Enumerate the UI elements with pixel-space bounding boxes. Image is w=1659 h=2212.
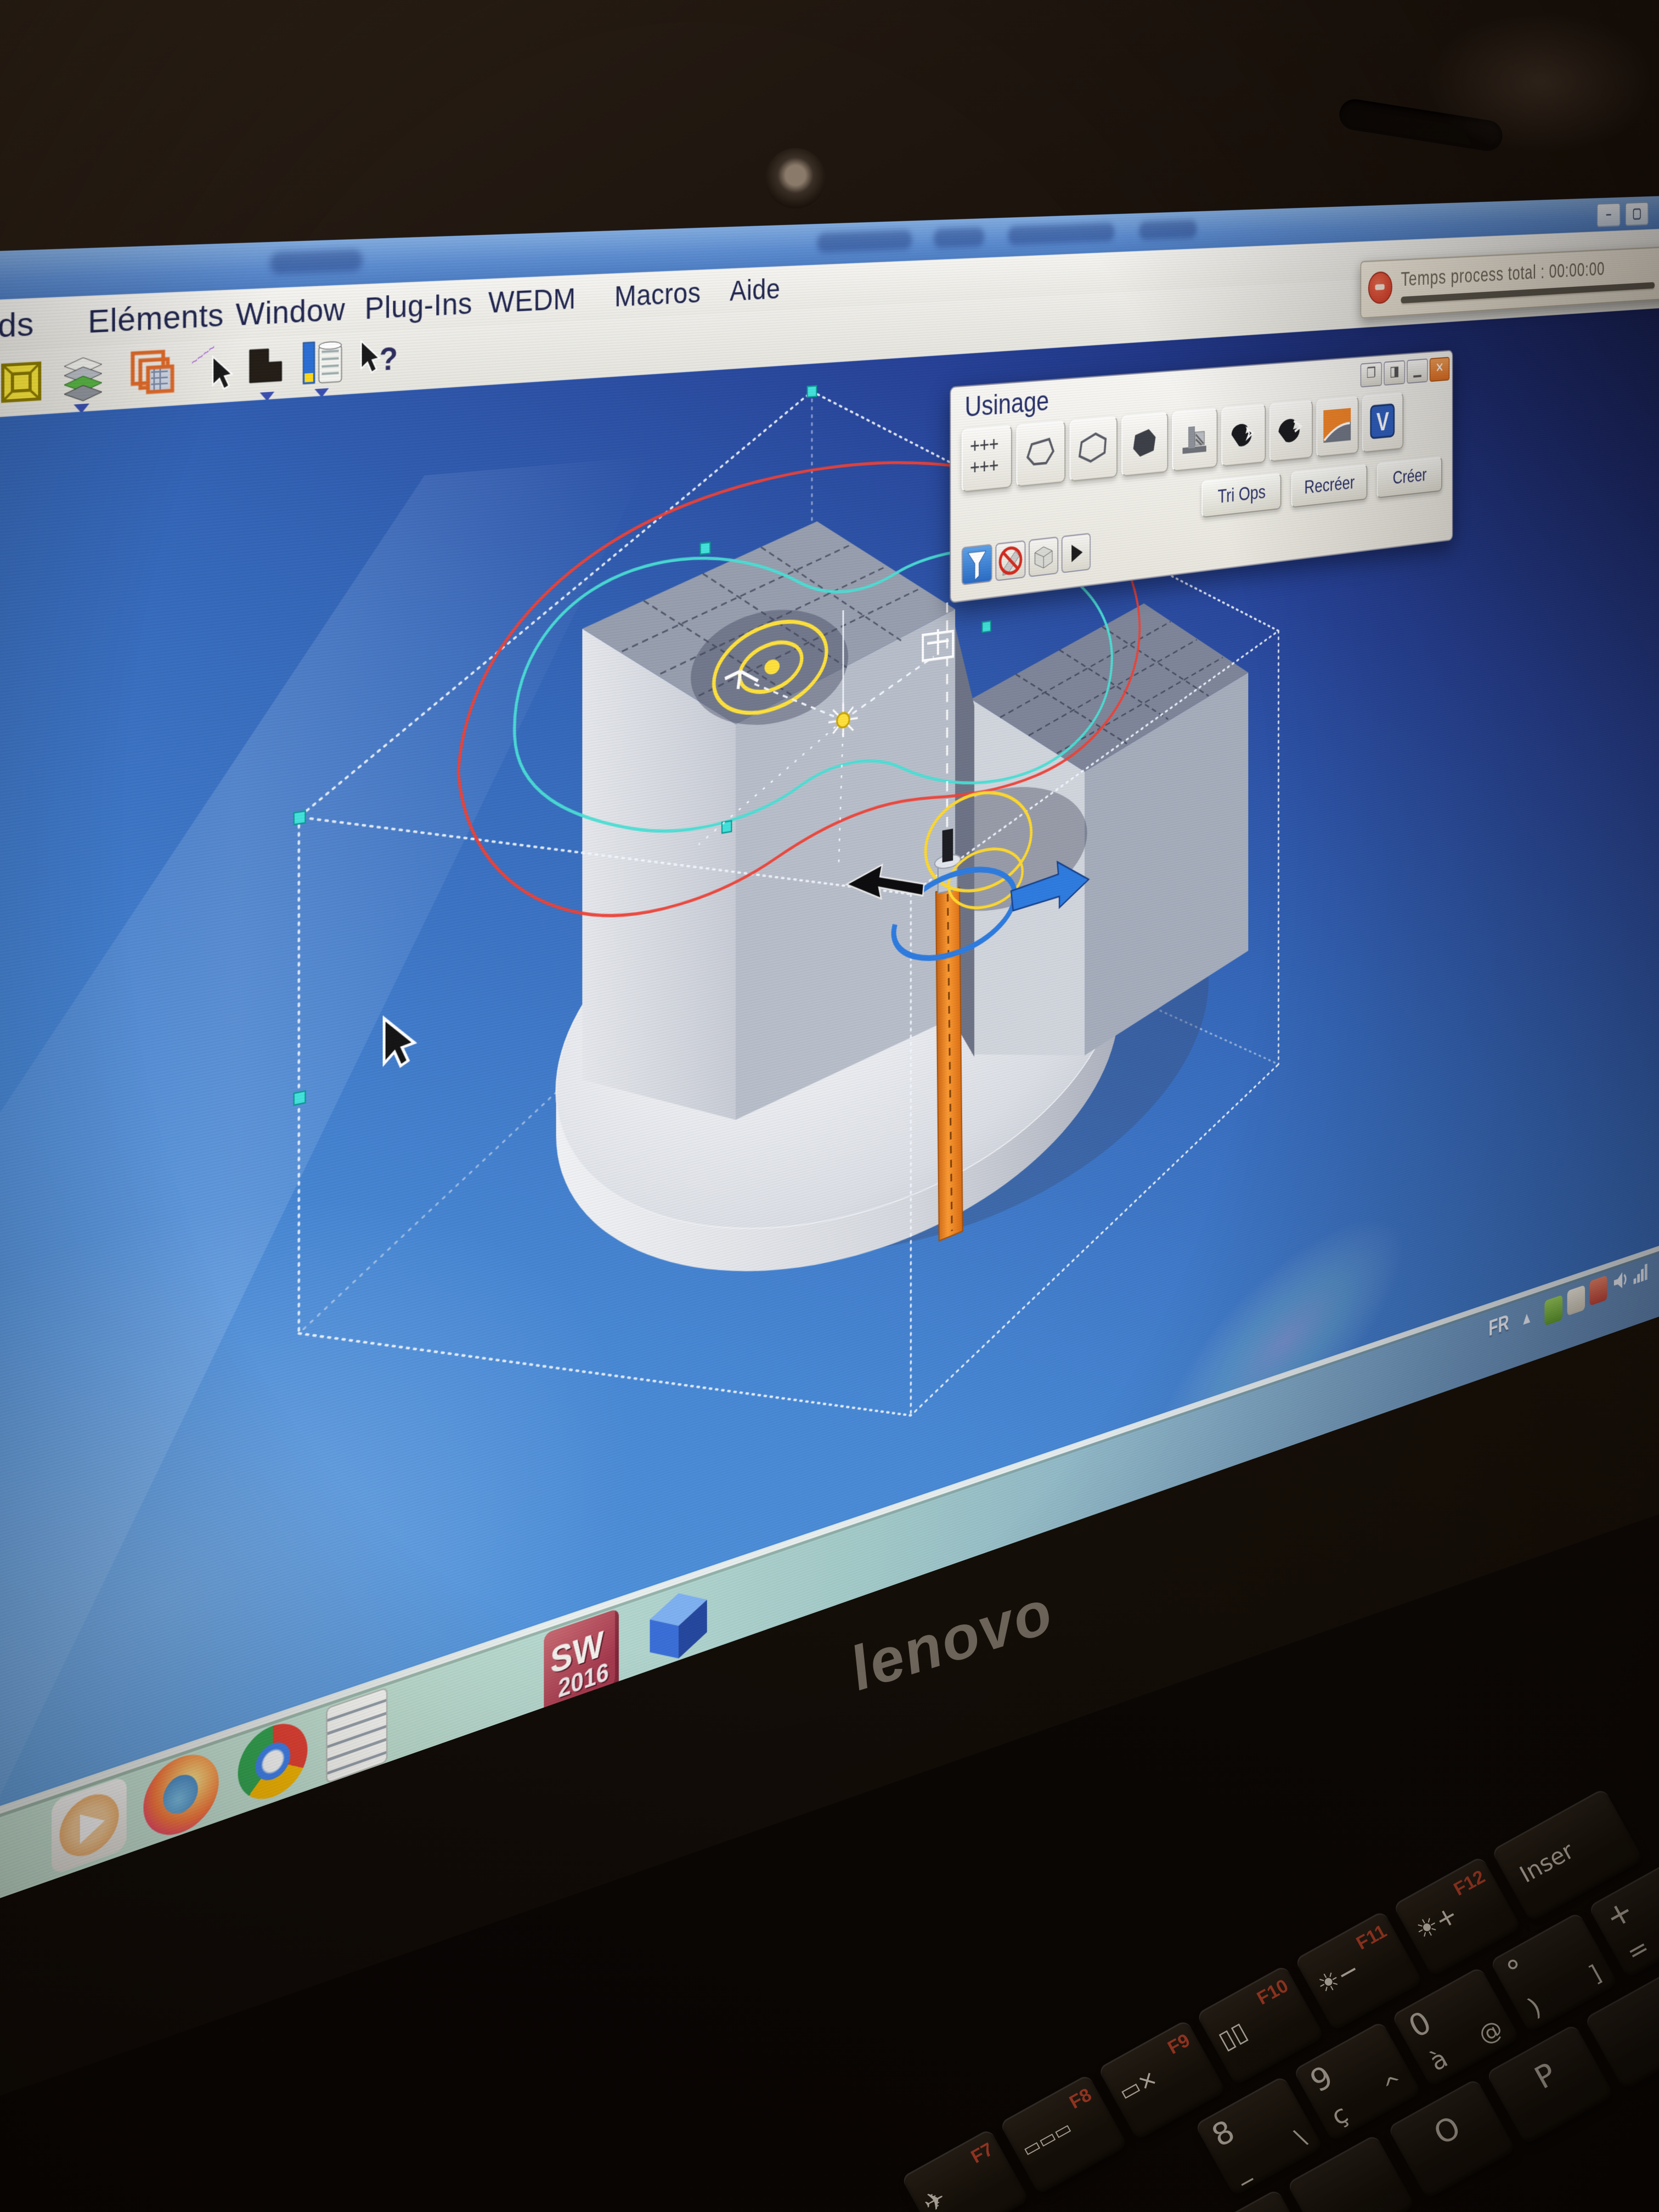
airplane-mode-icon: ✈ bbox=[918, 2183, 951, 2212]
svg-text:?: ? bbox=[379, 341, 398, 378]
key-fn-label: F12 bbox=[1451, 1866, 1489, 1901]
key-sublabel: \ bbox=[1290, 2123, 1310, 2151]
yellow-wireframe-cube-icon[interactable] bbox=[0, 355, 49, 408]
transform-copy-button[interactable] bbox=[1221, 404, 1266, 467]
palette-minimize-button[interactable]: ▁ bbox=[1407, 358, 1427, 383]
keyboard-backlight-icon: ▭▭▭ bbox=[1019, 2117, 1076, 2162]
tray-alert-icon[interactable] bbox=[1589, 1275, 1607, 1306]
titlebar-text-blur bbox=[1008, 223, 1114, 245]
tray-network-icon[interactable] bbox=[1632, 1257, 1649, 1288]
no-edit-button[interactable] bbox=[995, 540, 1025, 581]
solid-box-button[interactable] bbox=[1029, 537, 1058, 577]
points-glyph: +++ bbox=[970, 455, 998, 479]
key-sublabel: ^ bbox=[1379, 2069, 1409, 2102]
key-label: 9 bbox=[1305, 2059, 1339, 2100]
key-label: + bbox=[1600, 1893, 1640, 1937]
tray-volume-icon[interactable] bbox=[1612, 1266, 1629, 1296]
brightness-up-icon: ☀+ bbox=[1410, 1899, 1463, 1946]
key-fn-label: F7 bbox=[968, 2138, 997, 2168]
key-sublabel: ç bbox=[1327, 2098, 1353, 2131]
tray-white-app-icon[interactable] bbox=[1567, 1285, 1585, 1316]
brightness-down-icon: ☀− bbox=[1312, 1954, 1364, 2001]
select-cursor-icon[interactable]: ~~~~ bbox=[190, 345, 238, 396]
key-sublabel: ] bbox=[1584, 1960, 1605, 1988]
orange-nested-cube-icon[interactable] bbox=[129, 348, 178, 399]
verify-button[interactable]: V bbox=[1362, 392, 1403, 453]
key-label: P bbox=[1529, 2056, 1562, 2096]
key-fn-label: F9 bbox=[1164, 2030, 1194, 2059]
titlebar-icon-blur bbox=[270, 249, 363, 275]
tray-language[interactable]: FR bbox=[1488, 1311, 1509, 1341]
transform-move-button[interactable] bbox=[1269, 399, 1313, 462]
menu-item-elements[interactable]: Eléments bbox=[88, 297, 224, 340]
ramp-surface-button[interactable] bbox=[1316, 396, 1358, 457]
key-sublabel: ) bbox=[1523, 1991, 1546, 2022]
key-f8[interactable]: ▭▭▭ F8 bbox=[999, 2074, 1128, 2195]
menu-item-macros[interactable]: Macros bbox=[614, 276, 701, 313]
pocket-button[interactable] bbox=[1121, 411, 1168, 477]
creer-button[interactable]: Créer bbox=[1377, 456, 1442, 499]
key-sublabel: @ bbox=[1474, 2015, 1507, 2049]
key-sublabel: à bbox=[1425, 2044, 1453, 2077]
process-time-label: Temps process total : 00:00:00 bbox=[1401, 258, 1605, 291]
point-pattern-button[interactable]: +++ +++ bbox=[962, 425, 1012, 493]
mouse-cursor bbox=[384, 1013, 414, 1069]
palette-title: Usinage bbox=[965, 386, 1049, 424]
palette-close-button[interactable]: ✕ bbox=[1430, 357, 1449, 382]
palette-panel-button[interactable]: ◨ bbox=[1384, 360, 1405, 386]
key-sublabel: = bbox=[1621, 1932, 1654, 1968]
key-label: 0 bbox=[1403, 2005, 1437, 2045]
operations-manager-icon[interactable] bbox=[300, 339, 346, 388]
help-pointer-icon[interactable]: ? bbox=[356, 336, 400, 385]
key-label: Inser bbox=[1515, 1837, 1578, 1888]
menu-item-window[interactable]: Window bbox=[236, 292, 346, 333]
key-fn-label: F8 bbox=[1066, 2084, 1096, 2113]
bezel-reflection bbox=[1426, 11, 1657, 154]
window-restore-button[interactable]: ▢ bbox=[1626, 202, 1649, 226]
titlebar-text-blur bbox=[1139, 220, 1197, 240]
key-fn-label: F11 bbox=[1353, 1921, 1391, 1955]
tri-ops-button[interactable]: Tri Ops bbox=[1201, 473, 1281, 518]
open-contour-button[interactable] bbox=[1016, 420, 1065, 487]
stop-icon bbox=[1368, 271, 1392, 304]
toolpath-filter-button[interactable] bbox=[962, 544, 992, 585]
key-label: 8 bbox=[1206, 2114, 1241, 2154]
menu-item-aide[interactable]: Aide bbox=[730, 273, 780, 308]
key-fn-label: F10 bbox=[1254, 1975, 1292, 2010]
key-label: ° bbox=[1502, 1952, 1532, 1990]
titlebar-text-blur bbox=[817, 230, 912, 253]
key-label: O bbox=[1428, 2109, 1466, 2152]
closed-contour-button[interactable] bbox=[1070, 416, 1118, 482]
menu-item-plugins[interactable]: Plug-Ins bbox=[365, 286, 472, 326]
menu-item-solids-partial[interactable]: lids bbox=[0, 306, 34, 346]
palette-dock-button[interactable]: ❐ bbox=[1361, 362, 1382, 388]
key-sublabel: _ bbox=[1228, 2154, 1253, 2186]
tray-expand-arrow[interactable]: ▲ bbox=[1521, 1307, 1533, 1330]
points-glyph: +++ bbox=[970, 433, 998, 458]
titlebar-text-blur bbox=[934, 227, 984, 248]
window-minimize-button[interactable]: – bbox=[1597, 203, 1621, 228]
display-switch-icon: ▯▯ bbox=[1214, 2016, 1252, 2056]
origin-point bbox=[837, 712, 850, 729]
dark-solid-shapes-icon[interactable] bbox=[245, 342, 292, 392]
screen-off-icon: ▭× bbox=[1115, 2065, 1161, 2106]
menu-item-wedm[interactable]: WEDM bbox=[488, 282, 576, 320]
photo-scene: – ▢ lids Eléments Window Plug-Ins WEDM M… bbox=[0, 0, 1659, 2212]
more-flyout-button[interactable] bbox=[1062, 533, 1091, 573]
layer-stack-icon[interactable] bbox=[58, 352, 108, 404]
tray-green-app-icon[interactable] bbox=[1544, 1295, 1562, 1326]
fixture-button[interactable] bbox=[1172, 408, 1217, 472]
verify-glyph: V bbox=[1376, 408, 1389, 437]
recreer-button[interactable]: Recréer bbox=[1291, 464, 1368, 508]
webcam bbox=[765, 148, 826, 208]
